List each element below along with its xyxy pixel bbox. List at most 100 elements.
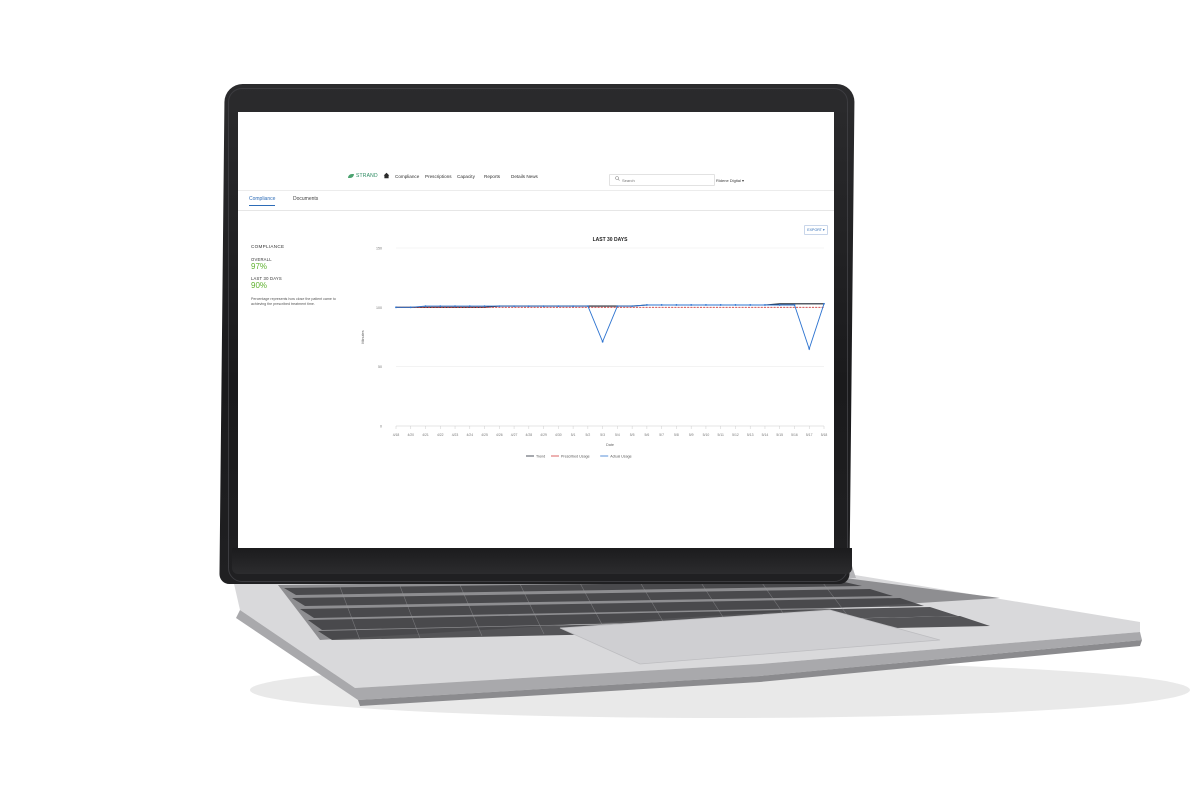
data-point [498, 305, 501, 308]
user-menu[interactable]: Ridene Digital ▾ [716, 178, 744, 183]
y-tick-label: 100 [376, 306, 382, 310]
data-point [572, 305, 575, 308]
x-tick-label: 4/28 [526, 433, 533, 437]
data-point [542, 305, 545, 308]
export-button[interactable]: EXPORT ▾ [804, 225, 828, 235]
data-point [557, 305, 560, 308]
x-tick-label: 4/25 [481, 433, 488, 437]
screen-chin [232, 548, 852, 574]
x-tick-label: 4/23 [452, 433, 459, 437]
series-line-actual-usage [396, 303, 825, 351]
data-point [645, 304, 648, 306]
summary-note: Percentage represents how close the pati… [251, 297, 336, 306]
compliance-summary: COMPLIANCE OVERALL 97% LAST 30 DAYS 90% … [251, 244, 345, 307]
data-point [527, 305, 530, 308]
user-name: Ridene Digital [716, 178, 741, 183]
x-tick-label: 5/2 [586, 433, 591, 437]
data-point [749, 304, 752, 306]
data-point [808, 347, 811, 350]
legend-label: Actual Usage [610, 454, 631, 458]
nav-item-reports[interactable]: Reports [484, 174, 500, 179]
search-field[interactable] [609, 174, 715, 186]
x-tick-label: 4/24 [466, 433, 473, 437]
x-tick-label: 4/21 [422, 433, 429, 437]
data-point [439, 305, 442, 308]
data-point [483, 305, 486, 308]
data-point [793, 304, 796, 306]
series-line-trend [396, 303, 824, 308]
brand-logo[interactable]: STRAND [348, 173, 378, 179]
data-point [616, 305, 619, 308]
nav-item-compliance[interactable]: Compliance [395, 174, 419, 179]
app-screen: STRAND Compliance Prescriptions Capacity… [238, 112, 834, 548]
overall-value: 97% [251, 262, 268, 271]
data-point [823, 302, 825, 305]
data-point [468, 305, 471, 308]
data-point [631, 305, 634, 308]
data-point [705, 304, 707, 306]
x-tick-label: 5/18 [821, 433, 828, 437]
data-point [424, 305, 427, 308]
x-tick-label: 5/12 [732, 433, 739, 437]
x-tick-label: 5/3 [600, 433, 605, 437]
summary-heading: COMPLIANCE [251, 244, 285, 249]
y-tick-label: 150 [376, 247, 382, 251]
search-icon [615, 176, 620, 181]
tab-compliance[interactable]: Compliance [249, 196, 276, 206]
data-point [719, 304, 722, 306]
data-point [586, 305, 589, 308]
x-tick-label: 5/5 [630, 433, 635, 437]
nav-item-prescriptions[interactable]: Prescriptions [425, 174, 452, 179]
x-tick-label: 5/9 [689, 433, 694, 437]
x-tick-label: 4/18 [393, 433, 400, 437]
x-tick-label: 5/17 [806, 433, 813, 437]
search-input[interactable] [622, 177, 702, 183]
y-axis-label: Minutes [361, 330, 365, 343]
y-tick-label: 50 [378, 365, 382, 369]
x-tick-label: 5/11 [718, 433, 724, 437]
x-tick-label: 5/14 [762, 433, 769, 437]
data-point [778, 304, 781, 306]
home-icon[interactable] [383, 172, 390, 179]
x-tick-label: 5/6 [645, 433, 650, 437]
x-tick-label: 4/20 [407, 433, 414, 437]
x-tick-label: 5/16 [791, 433, 798, 437]
laptop-frame: STRAND Compliance Prescriptions Capacity… [0, 0, 1200, 811]
last30-value: 90% [251, 281, 268, 290]
tab-documents[interactable]: Documents [293, 196, 318, 205]
data-point [409, 306, 412, 309]
x-tick-label: 4/30 [555, 433, 562, 437]
data-point [454, 305, 456, 308]
x-tick-label: 5/4 [615, 433, 620, 437]
x-tick-label: 4/26 [496, 433, 503, 437]
top-navigation: STRAND Compliance Prescriptions Capacity… [238, 112, 834, 192]
nav-divider [238, 190, 834, 191]
y-tick-label: 0 [380, 425, 382, 429]
x-axis-label: Date [606, 443, 614, 447]
legend-label: Trend [536, 454, 545, 458]
chevron-down-icon: ▾ [742, 178, 745, 183]
data-point [513, 305, 515, 308]
x-tick-label: 5/8 [674, 433, 679, 437]
usage-chart: LAST 30 DAYS 0 50 100 150 4/18 4/20 4/21 4/22 4/2… [361, 237, 828, 458]
x-tick-label: 5/7 [659, 433, 664, 437]
x-tick-label: 4/29 [540, 433, 547, 437]
tabs-divider [238, 210, 834, 211]
data-point [690, 304, 693, 306]
data-point [734, 304, 737, 306]
x-tick-label: 5/1 [571, 433, 576, 437]
data-point [660, 304, 663, 306]
x-tick-label: 5/15 [776, 433, 783, 437]
nav-item-capacity[interactable]: Capacity [457, 174, 475, 179]
x-tick-label: 4/27 [511, 433, 518, 437]
chart-title: LAST 30 DAYS [593, 237, 628, 243]
data-point [601, 340, 604, 343]
nav-item-details-news[interactable]: Details News [511, 174, 538, 179]
x-tick-label: 4/22 [437, 433, 444, 437]
data-point [764, 304, 766, 306]
x-tick-label: 5/13 [747, 433, 754, 437]
legend-label: Prescribed Usage [561, 454, 590, 458]
data-point [675, 304, 678, 306]
data-point [395, 306, 397, 309]
x-tick-label: 5/10 [703, 433, 710, 437]
